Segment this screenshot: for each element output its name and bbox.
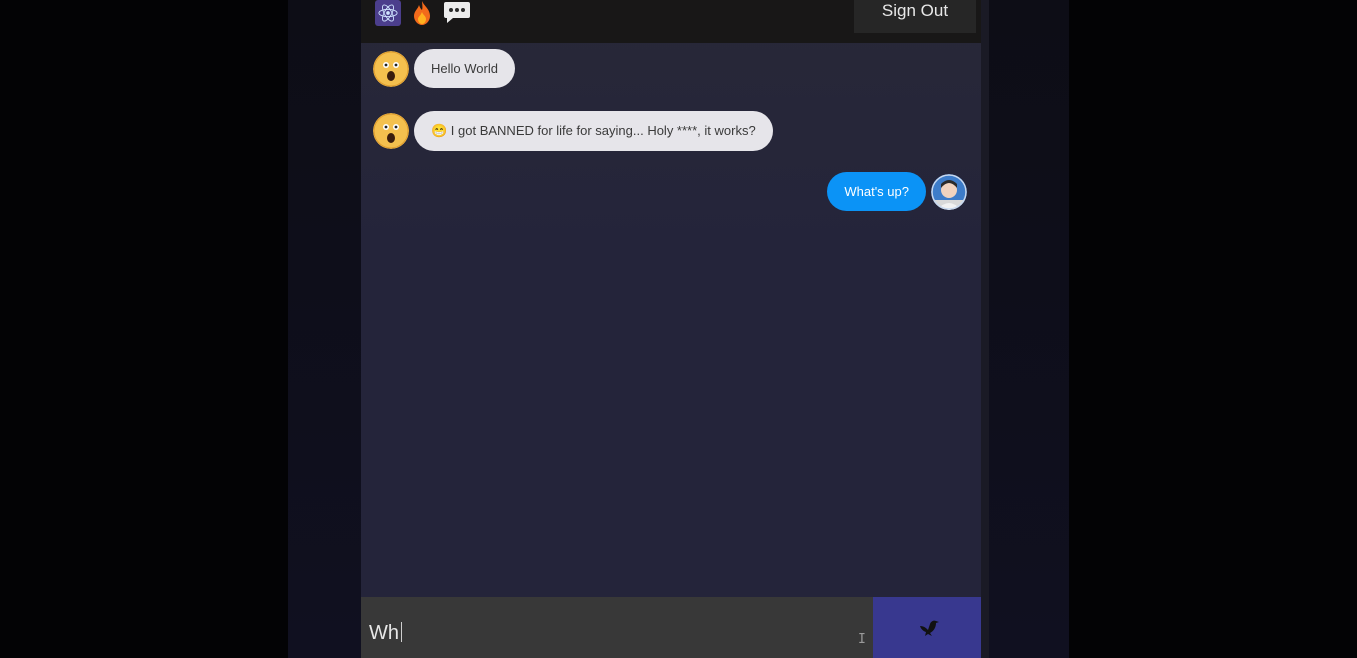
chat-message: Hello World [373, 49, 515, 88]
app-scroll-edge [981, 0, 989, 658]
speech-bubble-icon [443, 1, 471, 25]
message-input[interactable] [361, 597, 861, 658]
emoji-face-avatar [373, 113, 409, 149]
text-caret [401, 622, 402, 642]
header-icons [375, 0, 471, 26]
chat-message: 😁 I got BANNED for life for saying... Ho… [373, 111, 773, 151]
video-frame: Sign Out Hello World 😁 I got BANNED for … [0, 0, 1357, 658]
sign-out-label: Sign Out [881, 1, 949, 20]
message-composer [361, 597, 873, 658]
react-icon [375, 0, 401, 26]
send-button[interactable] [873, 597, 985, 658]
sign-out-button[interactable]: Sign Out [854, 0, 976, 33]
left-backdrop [288, 0, 361, 658]
received-message-bubble: 😁 I got BANNED for life for saying... Ho… [414, 111, 773, 151]
fire-icon [409, 0, 435, 26]
received-message-bubble: Hello World [414, 49, 515, 88]
app-header: Sign Out [361, 0, 981, 43]
dove-icon [920, 620, 939, 636]
chat-app: Sign Out Hello World 😁 I got BANNED for … [361, 0, 985, 658]
emoji-face-avatar [373, 50, 409, 87]
right-backdrop [985, 0, 1069, 658]
sent-message-bubble: What's up? [827, 172, 926, 211]
user-photo-avatar [931, 173, 967, 210]
text-cursor-icon: I [858, 632, 866, 647]
chat-message-sent: What's up? [827, 172, 967, 211]
